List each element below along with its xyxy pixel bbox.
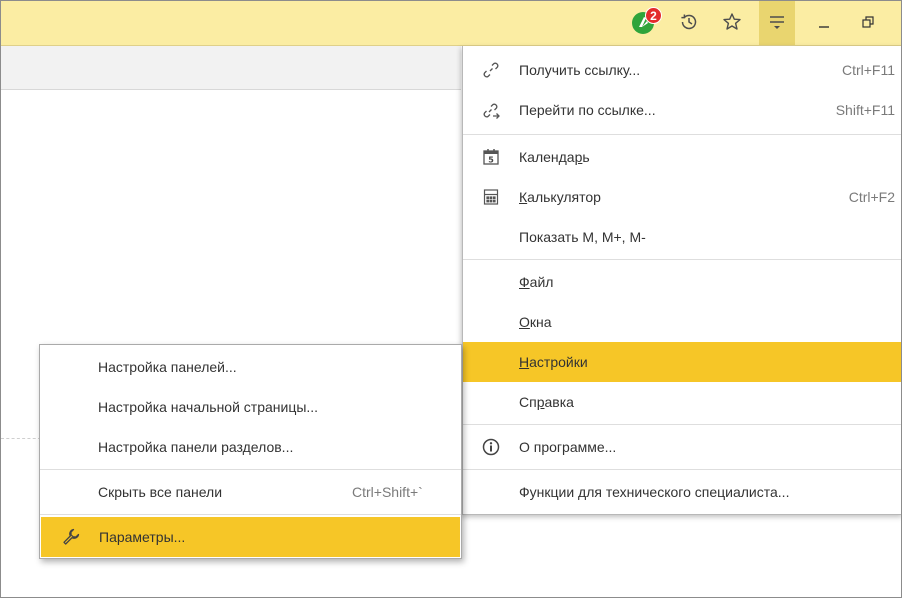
menu-item-tech-functions[interactable]: Функции для технического специалиста... — [463, 472, 901, 512]
submenu-item-label: Настройка начальной страницы... — [98, 399, 319, 415]
menu-item-calendar[interactable]: 5 Календарь — [463, 137, 901, 177]
top-toolbar: 2 — [1, 1, 901, 46]
menu-item-label: О программе... — [519, 439, 617, 455]
info-icon — [481, 437, 501, 457]
menu-item-show-memory[interactable]: Показать М, М+, М- — [463, 217, 901, 257]
menu-item-label: Показать М, М+, М- — [519, 229, 646, 245]
main-menu-dropdown: Получить ссылку... Ctrl+F11 Перейти по с… — [462, 46, 901, 515]
calendar-day: 5 — [488, 156, 494, 165]
menu-item-about[interactable]: О программе... — [463, 427, 901, 467]
main-menu-button[interactable] — [759, 1, 795, 45]
menu-item-shortcut: Ctrl+F11 — [841, 62, 895, 78]
app-window: 2 Получить ссылку... Ctrl+F11 Перейти по… — [0, 0, 902, 598]
minimize-button[interactable] — [809, 7, 839, 39]
minimize-icon — [817, 15, 831, 32]
menu-item-label: Календарь — [519, 149, 590, 165]
menu-item-get-link[interactable]: Получить ссылку... Ctrl+F11 — [463, 50, 901, 90]
link-icon — [481, 60, 501, 80]
menu-separator — [463, 134, 901, 135]
calendar-icon: 5 — [481, 147, 501, 167]
submenu-item-shortcut: Ctrl+Shift+` — [352, 484, 423, 500]
notification-count-badge: 2 — [645, 7, 662, 24]
menu-item-label: Файл — [519, 274, 554, 290]
go-link-icon — [481, 100, 501, 120]
menu-item-calculator[interactable]: Калькулятор Ctrl+F2 — [463, 177, 901, 217]
menu-item-label: Настройки — [519, 354, 588, 370]
submenu-item-label: Скрыть все панели — [98, 484, 223, 500]
menu-item-help[interactable]: Справка — [463, 382, 901, 422]
restore-button[interactable] — [853, 7, 883, 39]
submenu-item-label: Настройка панели разделов... — [98, 439, 294, 455]
restore-icon — [861, 15, 875, 32]
main-menu-icon — [768, 13, 786, 34]
submenu-separator — [40, 469, 461, 470]
history-icon — [679, 12, 699, 35]
content-header-strip — [1, 46, 461, 90]
submenu-item-parameters[interactable]: Параметры... — [41, 517, 460, 557]
menu-separator — [463, 259, 901, 260]
submenu-item-label: Настройка панелей... — [98, 359, 237, 375]
menu-item-label: Получить ссылку... — [519, 62, 641, 78]
menu-item-label: Перейти по ссылке... — [519, 102, 656, 118]
submenu-item-hide-all-panels[interactable]: Скрыть все панели Ctrl+Shift+` — [40, 472, 461, 512]
wrench-icon — [61, 527, 81, 547]
favorites-button[interactable] — [717, 7, 747, 39]
star-icon — [722, 12, 742, 35]
menu-item-label: Функции для технического специалиста... — [519, 484, 790, 500]
submenu-item-panel-settings[interactable]: Настройка панелей... — [40, 347, 461, 387]
dashed-divider — [1, 438, 41, 439]
settings-submenu: Настройка панелей... Настройка начальной… — [39, 344, 462, 559]
submenu-item-start-page-settings[interactable]: Настройка начальной страницы... — [40, 387, 461, 427]
submenu-separator — [40, 514, 461, 515]
menu-separator — [463, 424, 901, 425]
menu-separator — [463, 469, 901, 470]
menu-item-label: Калькулятор — [519, 189, 601, 205]
menu-item-label: Справка — [519, 394, 574, 410]
menu-item-go-to-link[interactable]: Перейти по ссылке... Shift+F11 — [463, 90, 901, 130]
menu-item-shortcut: Ctrl+F2 — [848, 189, 895, 205]
menu-item-shortcut: Shift+F11 — [835, 102, 895, 118]
submenu-item-sections-panel-settings[interactable]: Настройка панели разделов... — [40, 427, 461, 467]
menu-item-settings[interactable]: Настройки — [463, 342, 901, 382]
menu-item-label: Окна — [519, 314, 552, 330]
calculator-icon — [481, 187, 501, 207]
submenu-item-label: Параметры... — [99, 529, 186, 545]
menu-item-windows[interactable]: Окна — [463, 302, 901, 342]
menu-item-file[interactable]: Файл — [463, 262, 901, 302]
history-button[interactable] — [674, 7, 704, 39]
